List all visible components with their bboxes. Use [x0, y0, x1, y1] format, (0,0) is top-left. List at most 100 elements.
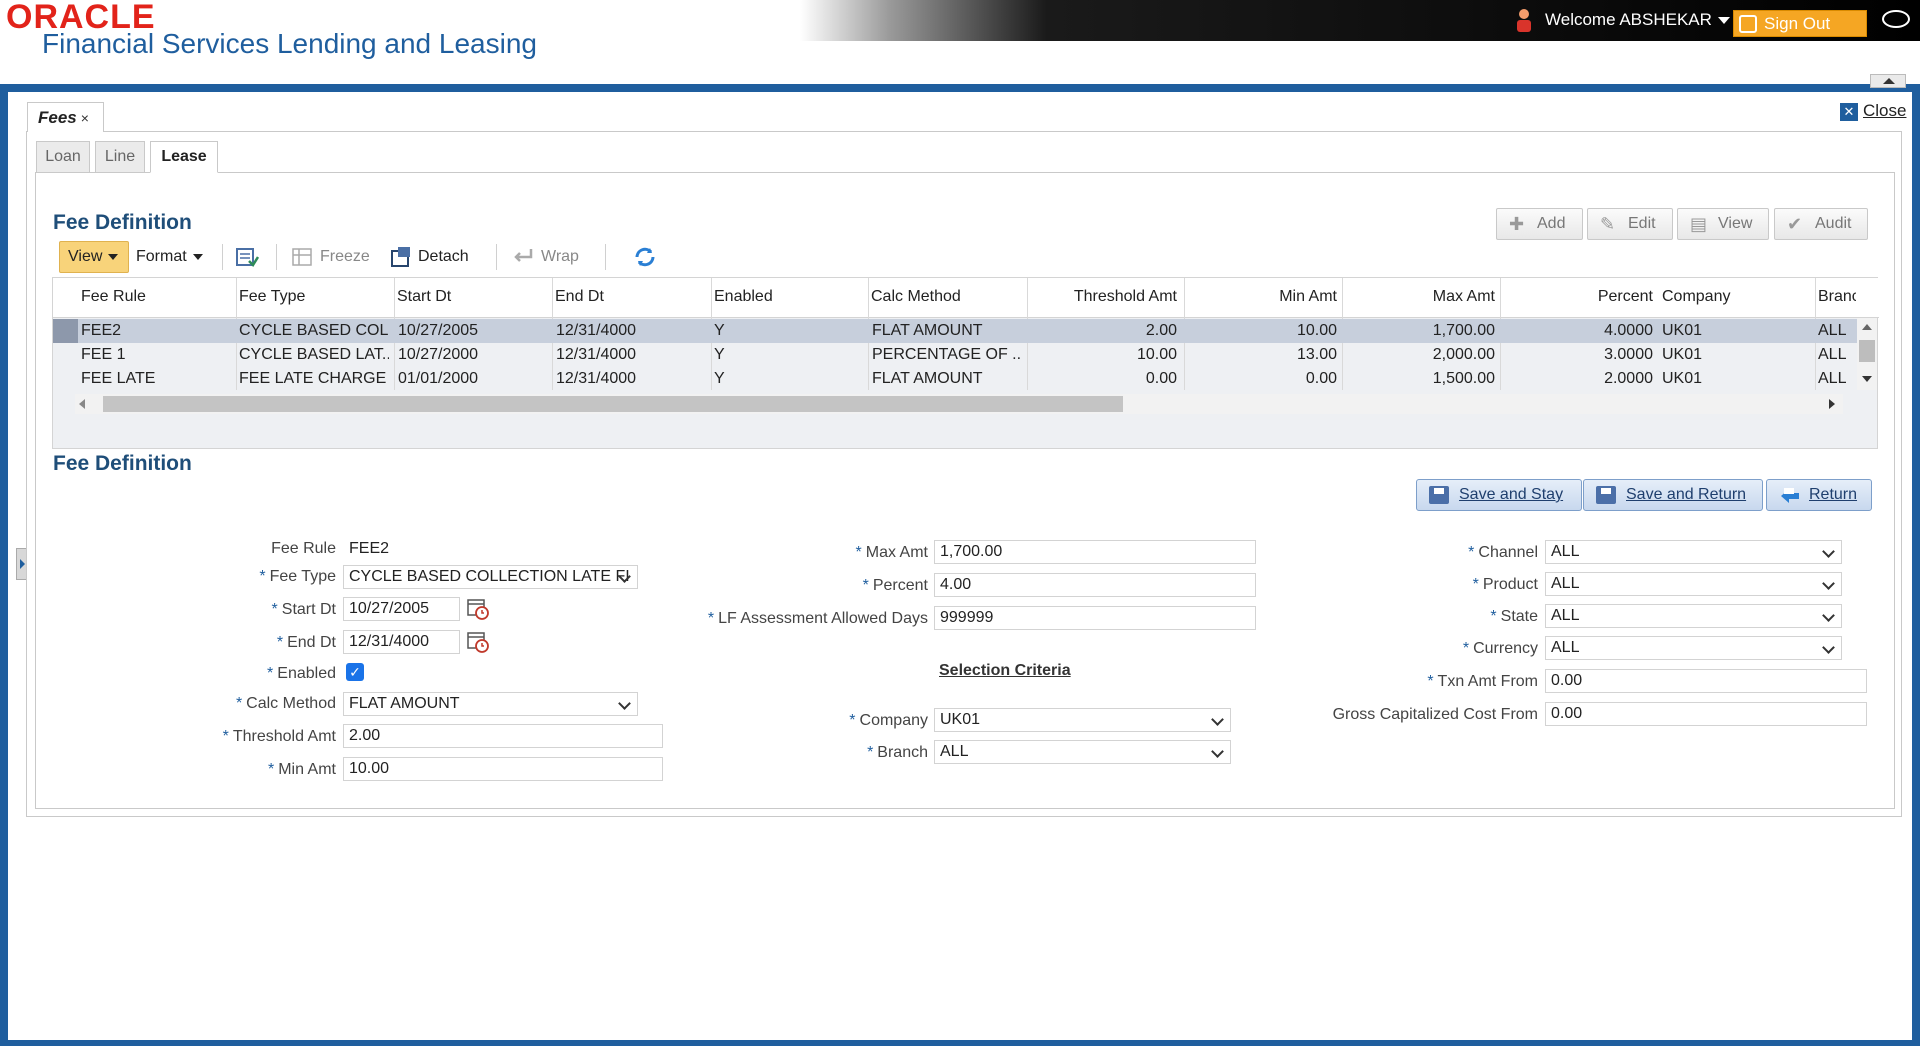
label-text: Currency — [1473, 640, 1538, 657]
view-button[interactable]: ▤ View — [1677, 208, 1769, 240]
column-header-max-amt[interactable]: Max Amt — [1345, 288, 1495, 306]
scroll-left-icon[interactable] — [79, 399, 85, 409]
view-menu[interactable]: View — [59, 241, 129, 273]
product-select[interactable]: ALL — [1545, 572, 1842, 596]
column-header-start-dt[interactable]: Start Dt — [397, 288, 451, 306]
welcome-menu[interactable]: Welcome ABSHEKAR — [1545, 10, 1730, 30]
txn-amt-from-input[interactable] — [1545, 669, 1867, 693]
table-row[interactable]: FEE LATE FEE LATE CHARGE 01/01/2000 12/3… — [53, 367, 1858, 391]
cell-fee-rule: FEE2 — [81, 322, 122, 339]
min-amt-input[interactable] — [343, 757, 663, 781]
row-selector[interactable] — [53, 343, 78, 367]
required-icon: * — [271, 601, 278, 618]
calc-method-select[interactable]: FLAT AMOUNT — [343, 692, 638, 716]
select-value: CYCLE BASED COLLECTION LATE FI — [349, 568, 630, 585]
fee-type-select[interactable]: CYCLE BASED COLLECTION LATE FI — [343, 565, 638, 589]
cell-company: UK01 — [1662, 370, 1703, 387]
help-icon[interactable] — [1882, 10, 1910, 28]
table-row[interactable]: FEE2 CYCLE BASED COL... 10/27/2005 12/31… — [53, 319, 1858, 343]
percent-input[interactable] — [934, 573, 1256, 597]
horizontal-scrollbar[interactable] — [75, 394, 1843, 414]
save-and-stay-label: Save and Stay — [1459, 486, 1564, 503]
save-and-stay-button[interactable]: Save and Stay — [1416, 479, 1582, 511]
collapse-header-button[interactable] — [1870, 74, 1906, 88]
required-icon: * — [267, 665, 274, 682]
company-select[interactable]: UK01 — [934, 708, 1231, 732]
horizontal-scroll-thumb[interactable] — [103, 396, 1123, 412]
format-menu[interactable]: Format — [136, 248, 203, 266]
column-header-enabled[interactable]: Enabled — [714, 288, 773, 306]
gross-capitalized-cost-input[interactable] — [1545, 702, 1867, 726]
enabled-checkbox[interactable]: ✓ — [346, 663, 364, 681]
detach-button[interactable]: Detach — [418, 248, 469, 266]
close-tab-icon[interactable]: × — [81, 110, 89, 126]
tab-lease[interactable]: Lease — [150, 141, 218, 173]
label-text: Branch — [877, 744, 928, 761]
state-select[interactable]: ALL — [1545, 604, 1842, 628]
row-selector[interactable] — [53, 319, 78, 343]
scroll-up-icon[interactable] — [1862, 324, 1872, 330]
sign-out-icon — [1739, 15, 1757, 33]
label-text: Max Amt — [865, 544, 928, 561]
fee-type-label: * Fee Type — [180, 568, 336, 586]
detach-icon — [391, 247, 410, 267]
refresh-icon[interactable] — [633, 245, 657, 269]
required-icon: * — [867, 744, 874, 761]
chevron-down-icon — [1822, 545, 1835, 558]
start-dt-input[interactable] — [343, 597, 460, 621]
column-header-fee-type[interactable]: Fee Type — [239, 288, 305, 306]
export-icon[interactable] — [235, 245, 259, 269]
lf-assessment-days-input[interactable] — [934, 606, 1256, 630]
column-header-threshold-amt[interactable]: Threshold Amt — [1027, 288, 1177, 306]
column-header-company[interactable]: Company — [1662, 288, 1730, 306]
product-name: Financial Services Lending and Leasing — [42, 28, 537, 59]
add-button[interactable]: ✚ Add — [1496, 208, 1583, 240]
max-amt-input[interactable] — [934, 540, 1256, 564]
label-text: Fee Rule — [271, 540, 336, 557]
channel-select[interactable]: ALL — [1545, 540, 1842, 564]
label-text: Calc Method — [246, 695, 336, 712]
edit-button[interactable]: ✎ Edit — [1587, 208, 1673, 240]
row-selector[interactable] — [53, 367, 78, 391]
tab-line[interactable]: Line — [95, 141, 145, 173]
sign-out-button[interactable]: Sign Out [QA] — [1733, 10, 1867, 58]
tab-loan[interactable]: Loan — [36, 141, 90, 173]
wrap-button[interactable]: Wrap — [541, 248, 579, 266]
close-link[interactable]: Close — [1863, 101, 1906, 121]
column-header-fee-rule[interactable]: Fee Rule — [81, 288, 146, 306]
return-button[interactable]: Return — [1766, 479, 1872, 511]
chevron-down-icon — [1211, 745, 1224, 758]
frame-right — [1912, 84, 1920, 1046]
vertical-scroll-thumb[interactable] — [1859, 340, 1875, 362]
calendar-icon[interactable] — [466, 629, 490, 653]
vertical-scrollbar[interactable] — [1857, 318, 1877, 390]
scroll-down-icon[interactable] — [1862, 376, 1872, 382]
scroll-right-icon[interactable] — [1829, 399, 1835, 409]
currency-label: * Currency — [1270, 640, 1538, 658]
percent-label: * Percent — [660, 577, 928, 595]
select-value: ALL — [1551, 543, 1580, 560]
audit-button[interactable]: ✔ Audit — [1774, 208, 1868, 240]
table-row[interactable]: FEE 1 CYCLE BASED LAT... 10/27/2000 12/3… — [53, 343, 1858, 367]
currency-select[interactable]: ALL — [1545, 636, 1842, 660]
column-header-branch[interactable]: Branc — [1818, 288, 1856, 306]
column-header-min-amt[interactable]: Min Amt — [1187, 288, 1337, 306]
close-icon[interactable]: ✕ — [1840, 103, 1858, 121]
save-and-return-button[interactable]: Save and Return — [1583, 479, 1763, 511]
freeze-button[interactable]: Freeze — [320, 248, 370, 266]
required-icon: * — [1427, 673, 1434, 690]
threshold-amt-input[interactable] — [343, 724, 663, 748]
label-text: End Dt — [287, 634, 336, 651]
section-title-form: Fee Definition — [53, 452, 192, 475]
page-tab-fees[interactable]: Fees × — [27, 102, 104, 132]
branch-select[interactable]: ALL — [934, 740, 1231, 764]
cell-company: UK01 — [1662, 346, 1703, 363]
end-dt-input[interactable] — [343, 630, 460, 654]
column-header-end-dt[interactable]: End Dt — [555, 288, 604, 306]
column-header-percent[interactable]: Percent — [1503, 288, 1653, 306]
fee-rule-value: FEE2 — [349, 540, 390, 557]
column-header-calc-method[interactable]: Calc Method — [871, 288, 961, 306]
calendar-icon[interactable] — [466, 596, 490, 620]
cell-percent: 2.0000 — [1604, 370, 1653, 387]
check-icon: ✔ — [1787, 214, 1803, 234]
